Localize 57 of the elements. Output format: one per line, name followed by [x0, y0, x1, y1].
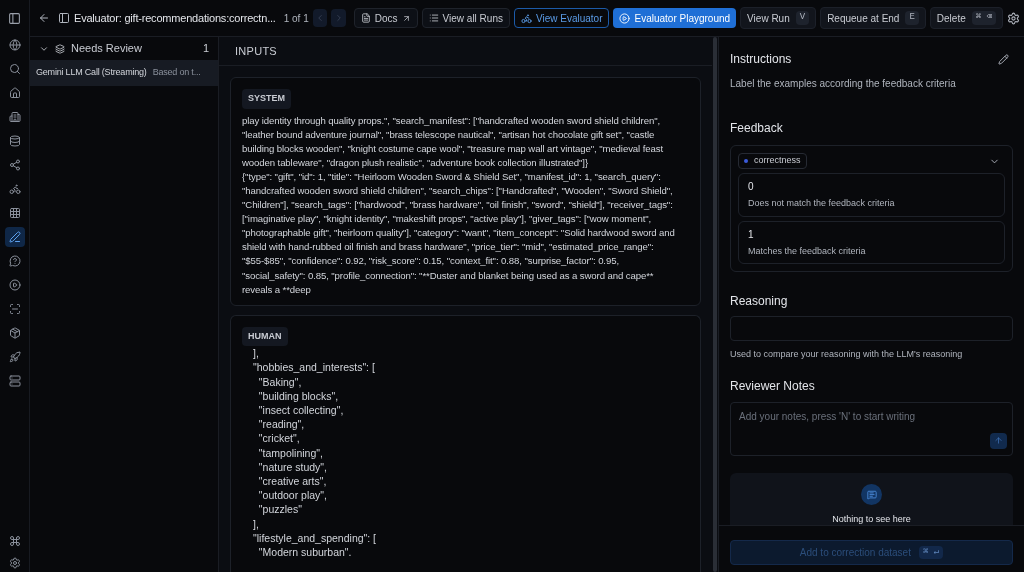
code-line: "outdoor play", — [257, 488, 327, 503]
docs-button[interactable]: Docs — [353, 8, 418, 28]
option-description: Matches the feedback criteria — [748, 244, 867, 258]
section-title: Instructions — [730, 51, 792, 68]
playground-button[interactable]: Evaluator Playground — [613, 8, 737, 28]
item-preview: Based on t... — [152, 66, 201, 80]
code-line: "tampolining", — [257, 445, 323, 460]
tag-label: correctness — [754, 154, 801, 168]
pager-count: 1 of 1 — [283, 11, 309, 26]
code-line: "cricket", — [257, 431, 300, 446]
button-label: Requeue at End — [827, 11, 900, 26]
empty-state-text: Nothing to see here — [832, 513, 911, 525]
code-line: "creative arts", — [257, 474, 327, 489]
role-badge: HUMAN — [242, 326, 288, 347]
feedback-option[interactable]: 1 Matches the feedback criteria — [738, 220, 1005, 264]
group-label: Needs Review — [71, 41, 142, 57]
role-badge: SYSTEM — [242, 89, 291, 109]
message-text: play identity through quality props.", "search_manifest": ["handcrafted wooden sword shield children", "leather bound adventure journal", "brass telescope nautical", "artisan hot chocolate gift set", "castle building blocks wooden", "knight costume cape wool", "treasure map wall art vintage", "medieval feast wooden tableware", "dragon plush realistic", "adventure book collection illustrated"]} — [242, 113, 664, 170]
feedback-key-tag[interactable]: correctness — [738, 153, 807, 169]
code-line: "Baking", — [257, 374, 302, 389]
shortcut-button[interactable]: Requeue at End E — [820, 7, 926, 29]
shortcut-button[interactable]: Delete ⌘ ⌫ — [929, 7, 1003, 29]
message-text: {"type": "gift", "id": 1, "title": "Heirloom Wooden Sword & Shield Set", "manifest_id": 1, "search_query": "handcrafted wooden sword shield children", "search_chips": ["Handcrafted", "Wooden", "Sword Shield", "Children"], "search_tags": ["hardwood", "brass hardware", "oil finish", "sword", "shield"], "receiver_tags": ["imaginative play", "knight identity", "makeshift props", "active play"], "giver_tags": ["wow moment", "photographable gift", "heirloom quality"], "category": "want", "item_concept": "Solid hardwood sword and shield with hand-rubbed oil finish and brass hardware", "price_tier": "mid", "estimated_price_range": "$55-$85", "confidence": 0.92, "risk_score": 0.15, "context_fit": 0.88, "surprise_factor": 0.95, "social_safety": 0.85, "profile_connection": "**Duster and blanket being used as a sword and cape** reveals a **deep — [242, 169, 676, 297]
option-value: 1 — [748, 227, 755, 242]
code-line: "building blocks", — [257, 388, 339, 404]
section-title: Feedback — [730, 120, 784, 137]
queue-group-header[interactable]: Needs Review 1 — [30, 37, 218, 60]
page-title: Evaluator: gift-recommendations:correctn... — [74, 10, 276, 26]
code-line: "insect collecting", — [257, 403, 344, 418]
shortcut-key: ⌘ ⌫ — [971, 11, 996, 25]
code-line: "reading", — [257, 417, 305, 432]
shortcut-key: E — [905, 11, 919, 25]
code-line: ], — [253, 346, 259, 361]
code-line: ], — [253, 516, 259, 531]
group-count: 1 — [202, 41, 209, 57]
section-title: Reviewer Notes — [730, 377, 816, 395]
notes-field[interactable]: Add your notes, press 'N' to start writing — [730, 401, 1013, 456]
feedback-option[interactable]: 0 Does not match the feedback criteria — [738, 173, 1005, 217]
shortcut-key: V — [795, 11, 810, 25]
view-runs-button[interactable]: View all Runs — [421, 8, 510, 28]
hint-text: Used to compare your reasoning with the LLM's reasoning — [730, 348, 964, 361]
view-evaluator-button[interactable]: View Evaluator — [513, 8, 610, 28]
section-title: Reasoning — [730, 293, 789, 310]
code-line: "nature study", — [257, 459, 327, 475]
item-title: Gemini LLM Call (Streaming) — [36, 66, 147, 80]
section-title: INPUTS — [235, 43, 277, 59]
button-label: View Run — [747, 11, 790, 26]
code-line: "lifestyle_and_spending": [ — [253, 530, 377, 546]
queue-item[interactable]: Gemini LLM Call (Streaming) Based on t... — [30, 60, 218, 86]
button-label: Delete — [936, 11, 966, 26]
code-line: "Modern suburban". — [257, 545, 352, 560]
option-value: 0 — [748, 180, 755, 194]
option-description: Does not match the feedback criteria — [748, 197, 896, 210]
code-line: "hobbies_and_interests": [ — [253, 360, 375, 375]
shortcut-button[interactable]: View Run V — [740, 7, 817, 29]
code-line: "puzzles" — [257, 502, 302, 517]
instructions-text: Label the examples according the feedback criteria — [730, 77, 957, 91]
